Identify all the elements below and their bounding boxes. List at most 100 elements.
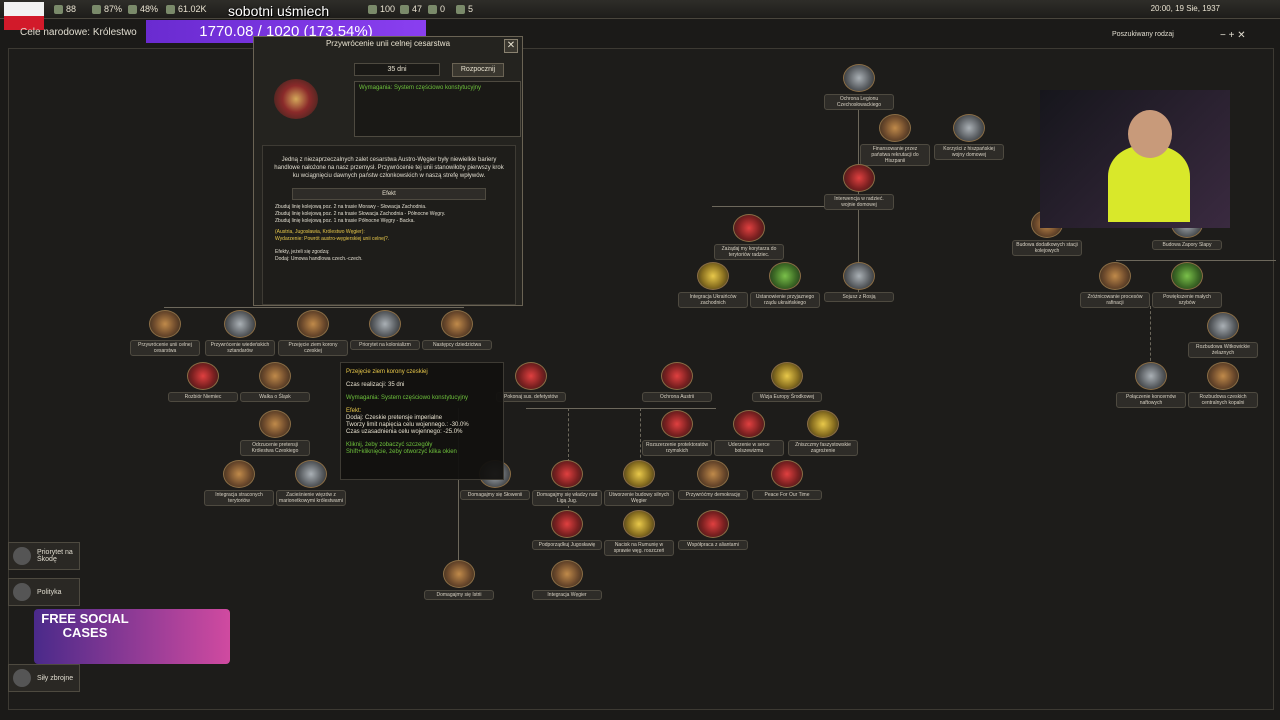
focus-node[interactable]: Przejęcie ziem korony czeskiej	[278, 310, 348, 356]
tooltip-tension-1: Tworzy limit napięcia celu wojennego.: -…	[346, 422, 469, 428]
focus-node[interactable]: Przywróćmy demokrację	[678, 460, 748, 500]
focus-node[interactable]: Połączenie koncernów naftowych	[1116, 362, 1186, 408]
focus-label: Pokonaj sus. defetystów	[496, 392, 566, 402]
window-controls: − + ✕	[1220, 30, 1246, 41]
focus-label: Zróżnicowanie procesów rafinacji	[1080, 292, 1150, 308]
focus-node[interactable]: Integracja Ukraińców zachodnich	[678, 262, 748, 308]
focus-icon	[769, 262, 801, 290]
focus-node[interactable]: Zróżnicowanie procesów rafinacji	[1080, 262, 1150, 308]
focus-node[interactable]: Współpraca z aliantami	[678, 510, 748, 550]
duration-field: 35 dni	[354, 63, 440, 76]
focus-node[interactable]: Zażądaj my korytarza do terytoriów radzi…	[714, 214, 784, 260]
focus-icon	[661, 362, 693, 390]
focus-icon	[879, 114, 911, 142]
focus-node[interactable]: Domagajmy się Istrii	[424, 560, 494, 600]
focus-icon	[771, 460, 803, 488]
politics-button[interactable]: Polityka	[8, 578, 80, 606]
focus-node[interactable]: Nacisk na Rumunię w sprawie węg. roszcze…	[604, 510, 674, 556]
focus-node[interactable]: Integracja Węgier	[532, 560, 602, 600]
focus-node[interactable]: Pokonaj sus. defetystów	[496, 362, 566, 402]
special-resource[interactable]: 5	[456, 2, 473, 16]
focus-node[interactable]: Zniszczmy faszystowskie zagrożenie	[788, 410, 858, 456]
search-type-label[interactable]: Poszukiwany rodzaj	[1112, 31, 1174, 38]
focus-icon	[623, 510, 655, 538]
tooltip-hint-2: Shift+kliknięcie, żeby otworzyć kilka ok…	[346, 449, 457, 455]
effect-line: Wydarzenie: Powrót austro-węgierskiej un…	[275, 236, 390, 242]
effect-header: Efekt	[292, 188, 486, 200]
focus-node[interactable]: Utworzenie budowy silnych Węgier	[604, 460, 674, 506]
focus-label: Powiększenie małych szybów	[1152, 292, 1222, 308]
promo-text: FREE SOCIAL CASES	[41, 611, 129, 640]
focus-icon	[1135, 362, 1167, 390]
focus-label: Domagajmy się Słowenii	[460, 490, 530, 500]
streamer-head	[1128, 110, 1172, 158]
manpower-resource[interactable]: 88	[54, 2, 76, 16]
focus-node[interactable]: Finansowanie przez państwa rekrutacji do…	[860, 114, 930, 166]
tooltip-hint-1: Kliknij, żeby zobaczyć szczegóły	[346, 442, 433, 448]
war-support-resource[interactable]: 48%	[128, 2, 158, 16]
focus-node[interactable]: Priorytet na kolonializm	[350, 310, 420, 350]
focus-icon	[697, 460, 729, 488]
convoy-resource[interactable]: 0	[428, 2, 445, 16]
focus-node[interactable]: Uderzenie w serce bolszewizmu	[714, 410, 784, 456]
game-clock[interactable]: 20:00, 19 Sie, 1937	[1151, 4, 1220, 13]
focus-label: Przywróćmy demokrację	[678, 490, 748, 500]
focus-node[interactable]: Rozbudowa Witkowickie żelaznych	[1188, 312, 1258, 358]
focus-node[interactable]: Wizja Europy Środkowej	[752, 362, 822, 402]
focus-detail-window: Przywrócenie unii celnej cesarstwa ✕ 35 …	[253, 36, 523, 306]
focus-label: Wizja Europy Środkowej	[752, 392, 822, 402]
focus-node[interactable]: Rozbudowa czeskich centralnych kopalni	[1188, 362, 1258, 408]
focus-node[interactable]: Integracja straconych terytoriów	[204, 460, 274, 506]
close-icon[interactable]: ✕	[1237, 30, 1245, 41]
focus-label: Ochrona Legionu Czechosłowackiego	[824, 94, 894, 110]
requirement-text: Wymagania: System częściowo konstytucyjn…	[359, 85, 481, 91]
focus-icon	[369, 310, 401, 338]
focus-node[interactable]: Interwencja w radzieć. wojnie domowej	[824, 164, 894, 210]
focus-node[interactable]: Domagajmy się władzy nad Ligą Jug.	[532, 460, 602, 506]
focus-node[interactable]: Korzyści z hiszpańskiej wojny domowej	[934, 114, 1004, 160]
focus-label: Rozbiór Niemiec	[168, 392, 238, 402]
factories-resource[interactable]: 61.02K	[166, 2, 207, 16]
focus-node[interactable]: Zacieśnienie więzów z marionetkowymi kró…	[276, 460, 346, 506]
focus-node[interactable]: Ustanowienie przyjaznego rządu ukraiński…	[750, 262, 820, 308]
focus-icon	[697, 510, 729, 538]
close-button[interactable]: ✕	[504, 39, 518, 53]
focus-label: Interwencja w radzieć. wojnie domowej	[824, 194, 894, 210]
minus-icon[interactable]: −	[1220, 30, 1226, 41]
effect-line: Zbuduj linię kolejową poz. 2 na trasie S…	[275, 211, 446, 217]
focus-icon	[843, 164, 875, 192]
start-focus-button[interactable]: Rozpocznij	[452, 63, 504, 77]
focus-node[interactable]: Sojusz z Rosją	[824, 262, 894, 302]
focus-label: Przywrócenie unii celnej cesarstwa	[130, 340, 200, 356]
requirements-box: Wymagania: System częściowo konstytucyjn…	[354, 81, 521, 137]
tooltip-add: Dodaj: Czeskie pretensje imperialne	[346, 415, 443, 421]
focus-node[interactable]: Rozszerzenie protektoratów rzymskich	[642, 410, 712, 456]
focus-label: Podporządkuj Jugosławię	[532, 540, 602, 550]
stars-resource[interactable]: 47	[400, 2, 422, 16]
focus-node[interactable]: Odrzucenie pretensji Królestwa Czeskiego	[240, 410, 310, 456]
focus-node[interactable]: Rozbiór Niemiec	[168, 362, 238, 402]
national-goals-label: Cele narodowe: Królestwo	[20, 27, 137, 38]
focus-icon	[443, 560, 475, 588]
focus-node[interactable]: Przywrócenie unii celnej cesarstwa	[130, 310, 200, 356]
focus-label: Przejęcie ziem korony czeskiej	[278, 340, 348, 356]
focus-node[interactable]: Ochrona Austrii	[642, 362, 712, 402]
skoda-icon	[13, 547, 31, 565]
focus-label: Korzyści z hiszpańskiej wojny domowej	[934, 144, 1004, 160]
effect-line: Dodaj: Umowa handlowa czech.-czech.	[275, 256, 363, 262]
focus-node[interactable]: Podporządkuj Jugosławię	[532, 510, 602, 550]
focus-node[interactable]: Następcy dziedzictwa	[422, 310, 492, 350]
focus-node[interactable]: Przywrócenie wiedeńskich sztandarów	[205, 310, 275, 356]
effect-line: (Austria, Jugosławia, Królestwo Węgier):	[275, 229, 365, 235]
stability-resource[interactable]: 87%	[92, 2, 122, 16]
plus-icon[interactable]: +	[1229, 30, 1235, 41]
political-power-resource[interactable]: 100	[368, 2, 395, 16]
focus-node[interactable]: Powiększenie małych szybów	[1152, 262, 1222, 308]
focus-node[interactable]: Peace For Our Time	[752, 460, 822, 500]
armed-forces-button[interactable]: Siły zbrojne	[8, 664, 80, 692]
focus-node[interactable]: Ochrona Legionu Czechosłowackiego	[824, 64, 894, 110]
focus-node[interactable]: Walka o Śląsk	[240, 362, 310, 402]
priority-skoda-button[interactable]: Priorytet na Škodę	[8, 542, 80, 570]
focus-label: Odrzucenie pretensji Królestwa Czeskiego	[240, 440, 310, 456]
country-flag[interactable]	[4, 2, 44, 30]
